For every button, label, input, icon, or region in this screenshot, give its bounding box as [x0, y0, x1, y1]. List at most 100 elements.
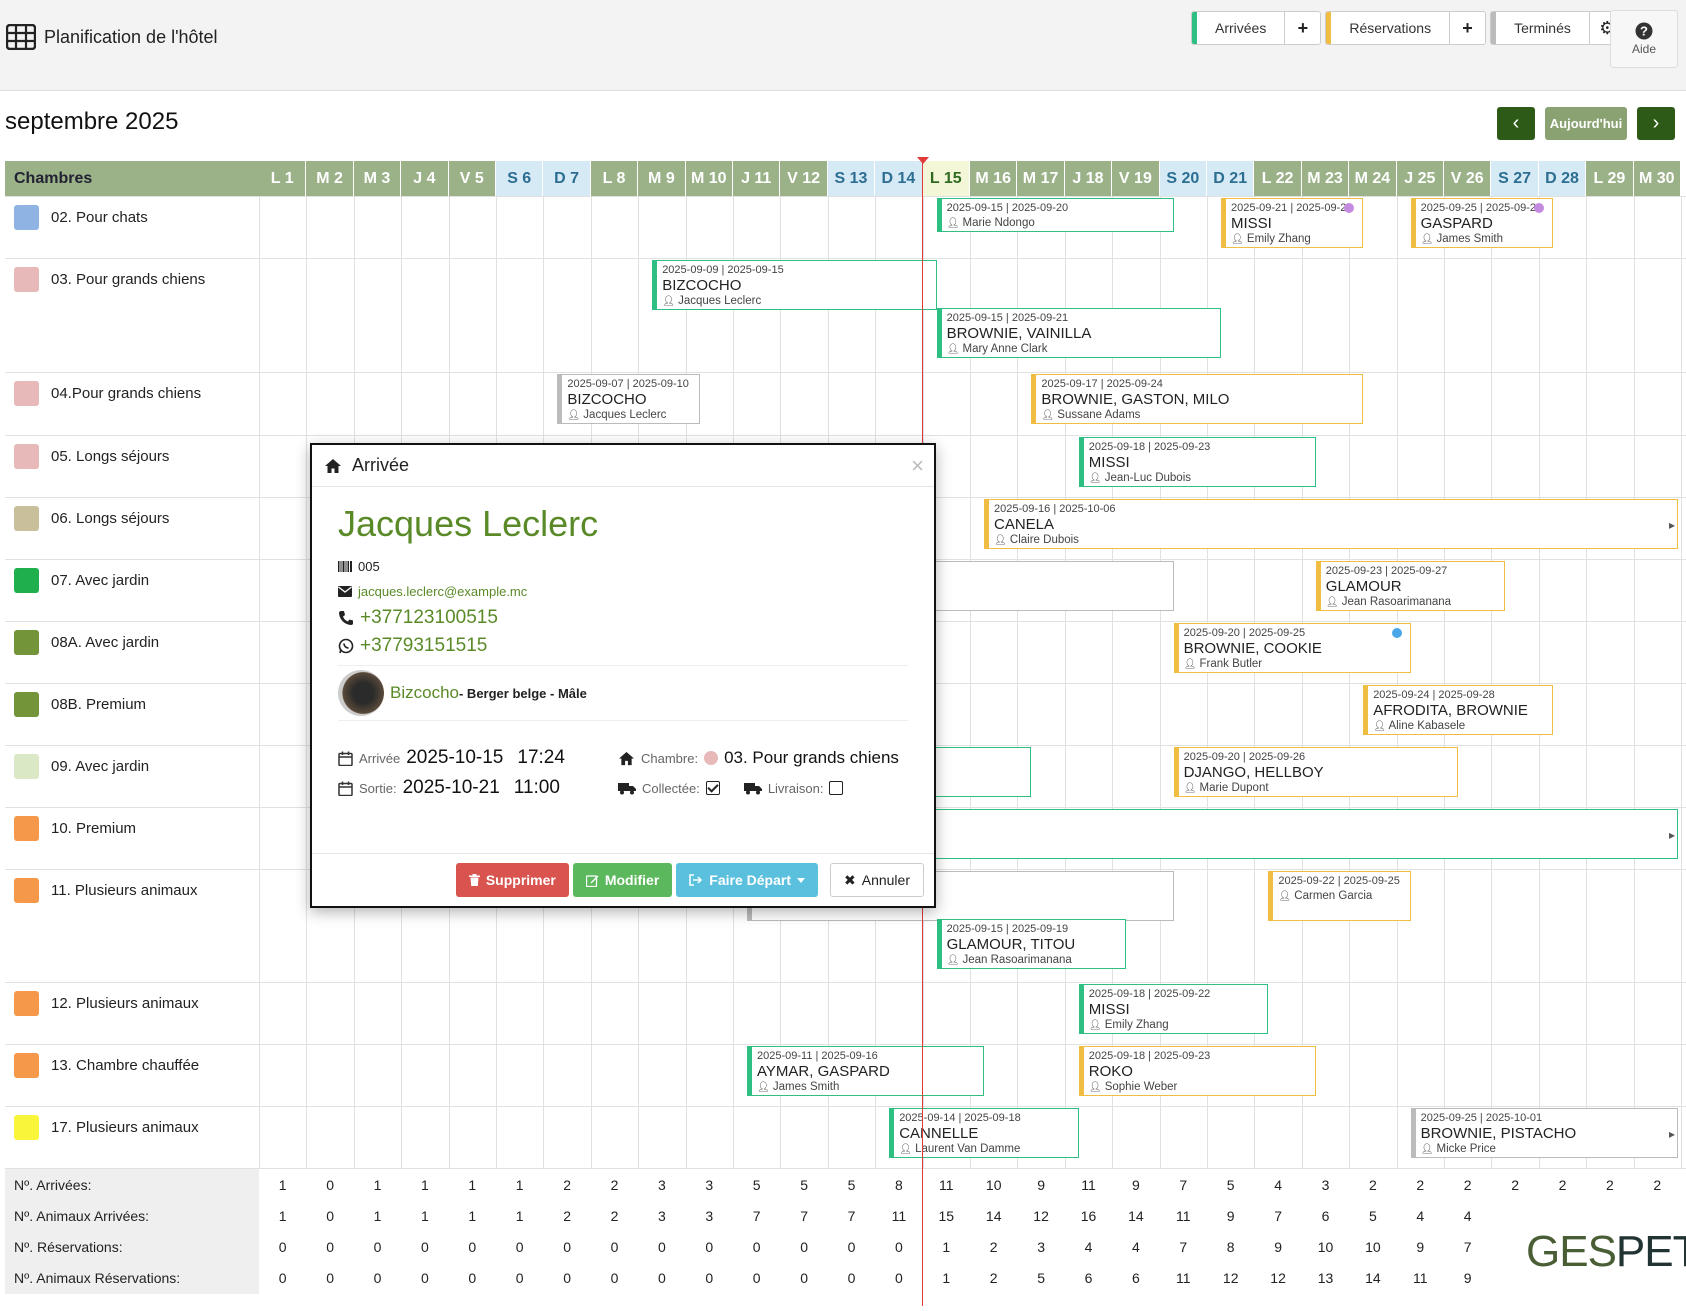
room-row-label[interactable]: 09. Avec jardin [5, 745, 259, 807]
room-name: 17. Plusieurs animaux [51, 1119, 199, 1136]
brand-logo: GESPET [1526, 1227, 1686, 1276]
booking-bar[interactable]: 2025-09-24 | 2025-09-28 AFRODITA, BROWNIE… [1363, 685, 1553, 735]
booking-bar[interactable]: 2025-09-17 | 2025-09-24 BROWNIE, GASTON, … [1031, 374, 1364, 424]
stat-label: Nº. Animaux Arrivées: [5, 1200, 259, 1232]
stat-value: 1 [468, 1177, 477, 1193]
booking-bar[interactable]: 2025-09-20 | 2025-09-25 BROWNIE, COOKIE 👤︎… [1173, 623, 1411, 673]
departure-date: 2025-10-21 [402, 777, 500, 798]
booking-dates: 2025-09-25 | 2025-10-01 [1420, 1112, 1543, 1124]
arrival-label: Arrivée [359, 750, 401, 766]
departure-row: Sortie: 2025-10-21 11:00 [338, 777, 618, 799]
today-button[interactable]: Aujourd'hui [1545, 107, 1627, 140]
booking-animals: CANELA [994, 516, 1055, 533]
booking-bar[interactable]: 2025-09-15 | 2025-09-20 👤︎ Marie Ndongo [936, 198, 1174, 232]
stat-value: 9 [1463, 1270, 1472, 1286]
edit-icon [585, 874, 599, 887]
animal-details: - Berger belge - Mâle [458, 685, 587, 701]
help-label: Aide [1631, 42, 1657, 56]
room-row-label[interactable]: 02. Pour chats [5, 196, 259, 258]
room-color-swatch [14, 205, 39, 230]
room-row-label[interactable]: 08A. Avec jardin [5, 621, 259, 683]
sign-out-icon [689, 874, 703, 886]
stat-value: 11 [1176, 1270, 1191, 1286]
depart-dropdown-button[interactable]: Faire Départ [676, 863, 818, 897]
stat-value: 2 [989, 1239, 998, 1255]
app-title-text: Planification de l'hôtel [44, 26, 218, 47]
booking-bar[interactable]: 2025-09-16 | 2025-10-06 CANELA 👤︎ Claire D… [984, 499, 1678, 549]
booking-dates: 2025-09-11 | 2025-09-16 [757, 1050, 878, 1062]
room-row-label[interactable]: 03. Pour grands chiens [5, 258, 259, 372]
booking-bar[interactable]: 2025-09-09 | 2025-09-15 BIZCOCHO 👤︎ Jacque… [652, 260, 937, 310]
cancel-button[interactable]: ✖ Annuler [830, 863, 924, 897]
room-row-label[interactable]: 05. Longs séjours [5, 435, 259, 497]
room-row-label[interactable]: 17. Plusieurs animaux [5, 1106, 259, 1168]
booking-bar[interactable]: 2025-09-18 | 2025-09-23 ROKO 👤︎ Sophie Web… [1078, 1046, 1316, 1096]
room-row-label[interactable]: 11. Plusieurs animaux [5, 869, 259, 982]
stat-value: 1 [420, 1208, 429, 1224]
next-month-button[interactable]: › [1637, 107, 1675, 140]
booking-bar[interactable]: 2025-09-15 | 2025-09-19 GLAMOUR, TITOU 👤︎ … [936, 919, 1127, 969]
stat-value: 1 [468, 1208, 477, 1224]
day-header: L 1 [259, 161, 307, 196]
edit-button[interactable]: Modifier [572, 863, 673, 897]
booking-animals: BROWNIE, GASTON, MILO [1041, 391, 1230, 408]
stat-value: 2 [1605, 1177, 1614, 1193]
booking-bar[interactable]: 2025-09-11 | 2025-09-16 AYMAR, GASPARD 👤︎ … [747, 1046, 984, 1096]
stat-value: 3 [705, 1208, 714, 1224]
client-name[interactable]: Jacques Leclerc [338, 503, 908, 553]
booking-owner: 👤︎ James Smith [757, 1081, 840, 1093]
booking-bar[interactable]: 2025-09-25 | 2025-10-01 BROWNIE, PISTACHO… [1410, 1108, 1678, 1158]
whatsapp-link[interactable]: +37793151515 [360, 635, 487, 657]
help-button[interactable]: ? Aide [1610, 10, 1678, 68]
delete-button[interactable]: Supprimer [455, 863, 569, 897]
room-row-label[interactable]: 12. Plusieurs animaux [5, 982, 259, 1044]
top-button[interactable]: Réservations [1326, 12, 1449, 44]
collected-checkbox[interactable] [705, 781, 720, 795]
stat-value: 0 [326, 1270, 334, 1286]
delivery-checkbox[interactable] [829, 781, 844, 795]
animal-name[interactable]: Bizcocho [390, 683, 459, 703]
stat-value: 3 [657, 1208, 666, 1224]
svg-text:?: ? [1640, 24, 1648, 39]
booking-bar[interactable]: 2025-09-07 | 2025-09-10 BIZCOCHO 👤︎ Jacque… [557, 374, 700, 424]
stat-value: 2 [610, 1208, 619, 1224]
email-link[interactable]: jacques.leclerc@example.mc [358, 584, 527, 599]
booking-dates: 2025-09-09 | 2025-09-15 [662, 264, 784, 276]
top-button[interactable]: Arrivées [1192, 12, 1284, 44]
stat-value: 1 [278, 1177, 287, 1193]
room-row-label[interactable]: 08B. Premium [5, 683, 259, 745]
stat-value: 9 [1226, 1208, 1235, 1224]
booking-bar[interactable]: 2025-09-18 | 2025-09-22 MISSI 👤︎ Emily Zha… [1078, 984, 1269, 1034]
stat-value: 2 [563, 1208, 571, 1224]
room-row-label[interactable]: 07. Avec jardin [5, 559, 259, 621]
booking-bar[interactable]: 2025-09-23 | 2025-09-27 GLAMOUR 👤︎ Jean Ra… [1315, 561, 1506, 611]
plus-icon[interactable]: + [1449, 12, 1485, 44]
user-icon: 👤︎ [757, 1082, 770, 1093]
phone-link[interactable]: +377123100515 [360, 607, 498, 629]
departure-label: Sortie: [359, 780, 397, 796]
room-row-label[interactable]: 10. Premium [5, 807, 259, 869]
room-row-label[interactable]: 04.Pour grands chiens [5, 372, 259, 435]
booking-bar[interactable]: 2025-09-21 | 2025-09-24 MISSI 👤︎ Emily Zha… [1221, 198, 1364, 248]
whatsapp-icon [338, 638, 354, 654]
user-icon: 👤︎ [1325, 597, 1339, 608]
stat-value: 14 [1365, 1270, 1381, 1286]
room-color-swatch [14, 878, 39, 903]
modal-close-button[interactable]: × [911, 453, 924, 479]
user-icon: 👤︎ [946, 955, 960, 966]
booking-bar[interactable]: 2025-09-15 | 2025-09-21 BROWNIE, VAINILLA… [936, 308, 1221, 358]
stat-label: Nº. Animaux Réservations: [5, 1262, 259, 1294]
booking-bar[interactable]: 2025-09-22 | 2025-09-25 👤︎ Carmen Garcia [1268, 871, 1411, 921]
booking-bar[interactable]: 2025-09-20 | 2025-09-26 DJANGO, HELLBOY 👤︎… [1173, 747, 1458, 797]
plus-icon[interactable]: + [1284, 12, 1320, 44]
booking-bar[interactable]: 2025-09-18 | 2025-09-23 MISSI 👤︎ Jean-Luc … [1078, 437, 1316, 487]
animal-row: Bizcocho - Berger belge - Mâle [338, 665, 908, 721]
room-row-label[interactable]: 13. Chambre chauffée [5, 1044, 259, 1106]
room-row-label[interactable]: 06. Longs séjours [5, 497, 259, 559]
top-button[interactable]: Terminés [1491, 12, 1589, 44]
top-button-group: Réservations + [1325, 11, 1487, 45]
booking-bar[interactable]: 2025-09-14 | 2025-09-18 CANNELLE 👤︎ Lauren… [889, 1108, 1079, 1158]
prev-month-button[interactable]: ‹ [1497, 107, 1535, 140]
booking-bar[interactable]: 2025-09-25 | 2025-09-28 GASPARD 👤︎ James S… [1410, 198, 1553, 248]
email-row: jacques.leclerc@example.mc [338, 584, 908, 599]
